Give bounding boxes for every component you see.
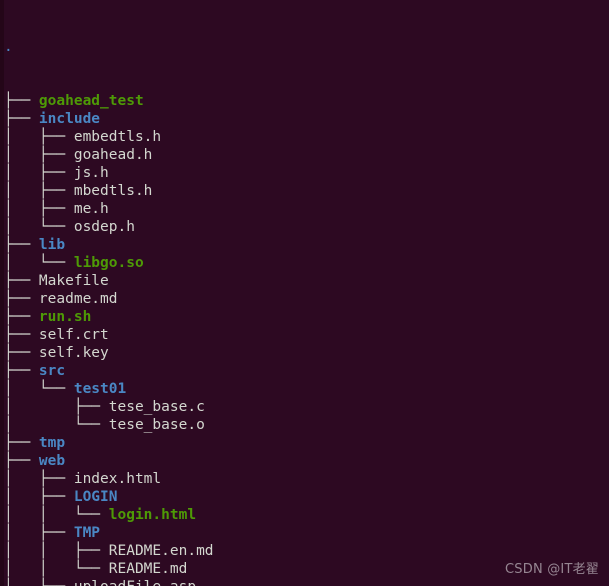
- tree-directory-name: include: [38, 111, 101, 127]
- tree-branch-connector: ├──: [4, 345, 39, 361]
- tree-branch-connector: │ └──: [4, 381, 74, 397]
- tree-branch-connector: │ ├──: [4, 399, 109, 415]
- tree-file-name: me.h: [73, 201, 109, 217]
- tree-executable-name: libgo.so: [73, 255, 144, 271]
- tree-branch-connector: │ └──: [4, 219, 74, 235]
- tree-row: │ │ ├── README.en.md: [4, 542, 609, 560]
- tree-branch-connector: │ └──: [4, 579, 74, 586]
- tree-root-row: .: [4, 38, 609, 56]
- tree-branch-connector: ├──: [4, 291, 39, 307]
- tree-file-name: self.crt: [38, 327, 109, 343]
- tree-executable-name: login.html: [108, 507, 197, 523]
- tree-branch-connector: │ ├──: [4, 165, 74, 181]
- tree-executable-name: run.sh: [38, 309, 92, 325]
- tree-branch-connector: ├──: [4, 111, 39, 127]
- tree-branch-connector: ├──: [4, 453, 39, 469]
- tree-file-name: README.en.md: [108, 543, 214, 559]
- tree-row: ├── Makefile: [4, 272, 609, 290]
- tree-row: │ └── uploadFile.asp: [4, 578, 609, 586]
- tree-branch-connector: ├──: [4, 273, 39, 289]
- tree-row: ├── tmp: [4, 434, 609, 452]
- tree-branch-connector: │ ├──: [4, 183, 74, 199]
- tree-branch-connector: │ └──: [4, 417, 109, 433]
- tree-row: ├── lib: [4, 236, 609, 254]
- tree-branch-connector: ├──: [4, 93, 39, 109]
- tree-branch-connector: ├──: [4, 327, 39, 343]
- tree-branch-connector: │ ├──: [4, 201, 74, 217]
- tree-directory-name: web: [38, 453, 66, 469]
- tree-row: │ ├── me.h: [4, 200, 609, 218]
- tree-branch-connector: │ ├──: [4, 129, 74, 145]
- tree-branch-connector: ├──: [4, 363, 39, 379]
- tree-branch-connector: ├──: [4, 309, 39, 325]
- tree-branch-connector: │ ├──: [4, 525, 74, 541]
- tree-row: │ ├── mbedtls.h: [4, 182, 609, 200]
- tree-row: │ │ └── login.html: [4, 506, 609, 524]
- tree-root-label: .: [4, 39, 13, 55]
- tree-branch-connector: │ └──: [4, 255, 74, 271]
- tree-file-name: mbedtls.h: [73, 183, 153, 199]
- tree-row: │ └── tese_base.o: [4, 416, 609, 434]
- tree-branch-connector: │ ├──: [4, 147, 74, 163]
- tree-file-name: embedtls.h: [73, 129, 162, 145]
- tree-row: ├── self.crt: [4, 326, 609, 344]
- watermark-text: CSDN @IT老翟: [505, 562, 599, 577]
- tree-file-name: tese_base.o: [108, 417, 205, 433]
- tree-row: │ ├── embedtls.h: [4, 128, 609, 146]
- tree-branch-connector: │ ├──: [4, 489, 74, 505]
- tree-output: . ├── goahead_test ├── include │ ├── embed…: [4, 2, 609, 586]
- tree-file-name: readme.md: [38, 291, 118, 307]
- tree-branch-connector: ├──: [4, 435, 39, 451]
- tree-branch-connector: ├──: [4, 237, 39, 253]
- tree-directory-name: test01: [73, 381, 127, 397]
- tree-file-name: js.h: [73, 165, 109, 181]
- tree-row: │ └── test01: [4, 380, 609, 398]
- tree-file-name: uploadFile.asp: [74, 579, 196, 586]
- terminal-window: . ├── goahead_test ├── include │ ├── embed…: [0, 0, 609, 586]
- tree-file-name: README.md: [108, 561, 188, 577]
- tree-branch-connector: │ │ └──: [4, 507, 109, 523]
- tree-executable-name: goahead_test: [38, 93, 144, 109]
- tree-row: ├── run.sh: [4, 308, 609, 326]
- tree-row: ├── goahead_test: [4, 92, 609, 110]
- tree-row: ├── readme.md: [4, 290, 609, 308]
- tree-row: │ ├── index.html: [4, 470, 609, 488]
- tree-directory-name: TMP: [73, 525, 101, 541]
- tree-row: ├── src: [4, 362, 609, 380]
- tree-branch-connector: │ ├──: [4, 471, 74, 487]
- tree-row: │ └── libgo.so: [4, 254, 609, 272]
- tree-directory-name: lib: [38, 237, 66, 253]
- tree-row: ├── include: [4, 110, 609, 128]
- tree-file-name: index.html: [73, 471, 162, 487]
- tree-directory-name: LOGIN: [73, 489, 118, 505]
- tree-directory-name: tmp: [38, 435, 66, 451]
- tree-file-name: goahead.h: [73, 147, 153, 163]
- tree-row: ├── self.key: [4, 344, 609, 362]
- tree-row: ├── web: [4, 452, 609, 470]
- tree-file-name: tese_base.c: [108, 399, 205, 415]
- tree-file-name: self.key: [38, 345, 109, 361]
- tree-row: │ └── osdep.h: [4, 218, 609, 236]
- tree-directory-name: src: [38, 363, 66, 379]
- tree-branch-connector: │ │ └──: [4, 561, 109, 577]
- tree-file-name: osdep.h: [73, 219, 135, 235]
- tree-row: │ ├── tese_base.c: [4, 398, 609, 416]
- tree-row: │ ├── TMP: [4, 524, 609, 542]
- tree-branch-connector: │ │ ├──: [4, 543, 109, 559]
- tree-row: │ ├── LOGIN: [4, 488, 609, 506]
- tree-file-name: Makefile: [38, 273, 109, 289]
- tree-row: │ ├── goahead.h: [4, 146, 609, 164]
- tree-row: │ ├── js.h: [4, 164, 609, 182]
